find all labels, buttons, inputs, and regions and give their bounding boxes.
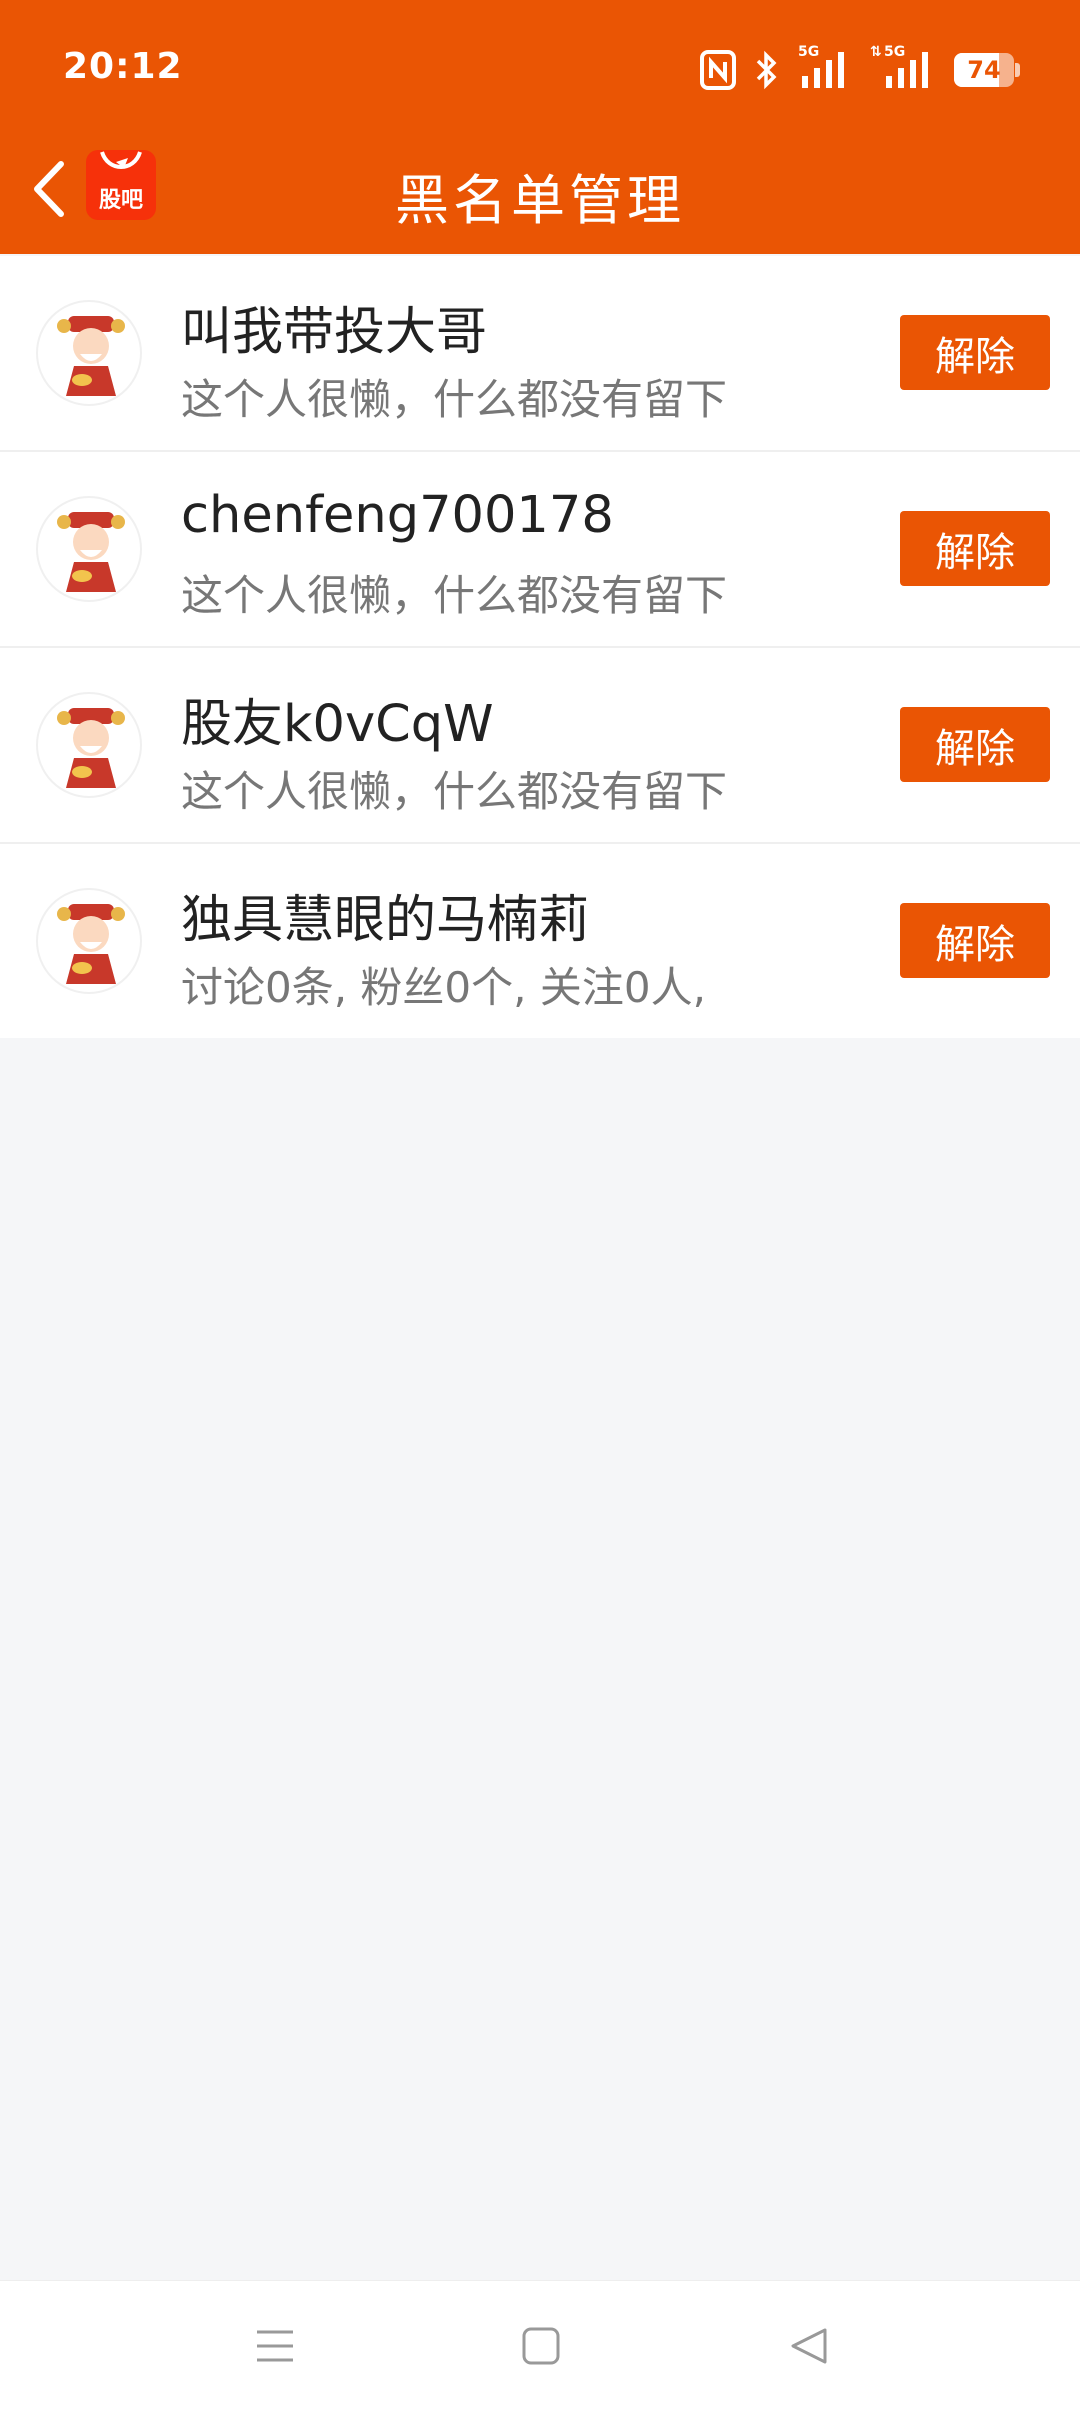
nfc-icon (700, 50, 736, 90)
user-avatar[interactable] (36, 692, 142, 798)
list-item: 叫我带投大哥 这个人很懒，什么都没有留下 解除 (0, 256, 1080, 452)
user-name: 叫我带投大哥 (181, 303, 488, 362)
nav-back-button[interactable] (779, 2321, 839, 2371)
nav-menu-button[interactable] (245, 2321, 305, 2371)
user-description: 这个人很懒，什么都没有留下 (181, 375, 728, 424)
status-icons: 5G ⇅ 5G 74 (700, 44, 1020, 94)
system-nav-bar (0, 2280, 1080, 2412)
user-description: 讨论0条, 粉丝0个, 关注0人, (181, 963, 706, 1012)
caishen-avatar-icon (57, 904, 125, 984)
user-name: chenfeng700178 (181, 486, 614, 545)
bluetooth-icon (756, 50, 777, 90)
unblock-button[interactable]: 解除 (900, 511, 1050, 586)
unblock-button[interactable]: 解除 (900, 315, 1050, 390)
user-name: 股友k0vCqW (181, 695, 494, 754)
list-item: 独具慧眼的马楠莉 讨论0条, 粉丝0个, 关注0人, 解除 (0, 844, 1080, 1038)
user-avatar[interactable] (36, 300, 142, 406)
list-item: 股友k0vCqW 这个人很懒，什么都没有留下 解除 (0, 648, 1080, 844)
page-title: 黑名单管理 (395, 169, 685, 232)
signal-icon-1: 5G (798, 44, 852, 92)
user-description: 这个人很懒，什么都没有留下 (181, 571, 728, 620)
unblock-button[interactable]: 解除 (900, 903, 1050, 978)
unblock-button[interactable]: 解除 (900, 707, 1050, 782)
square-home-icon (522, 2327, 560, 2365)
user-name: 独具慧眼的马楠莉 (181, 891, 590, 950)
app-header: 20:12 5G ⇅ 5G 74 股吧 黑名单管理 (0, 0, 1080, 254)
user-avatar[interactable] (36, 888, 142, 994)
battery-level: 74 (967, 56, 1001, 84)
list-item: chenfeng700178 这个人很懒，什么都没有留下 解除 (0, 452, 1080, 648)
nav-home-button[interactable] (511, 2321, 571, 2371)
signal-icon-2: ⇅ 5G (870, 44, 936, 92)
caishen-avatar-icon (57, 512, 125, 592)
blocked-user-list: 叫我带投大哥 这个人很懒，什么都没有留下 解除 chenfeng700178 这… (0, 256, 1080, 1038)
caishen-avatar-icon (57, 708, 125, 788)
triangle-back-icon (791, 2328, 827, 2364)
menu-icon (257, 2330, 293, 2362)
user-avatar[interactable] (36, 496, 142, 602)
user-description: 这个人很懒，什么都没有留下 (181, 767, 728, 816)
status-time: 20:12 (63, 46, 183, 87)
caishen-avatar-icon (57, 316, 125, 396)
battery-icon: 74 (954, 53, 1020, 87)
